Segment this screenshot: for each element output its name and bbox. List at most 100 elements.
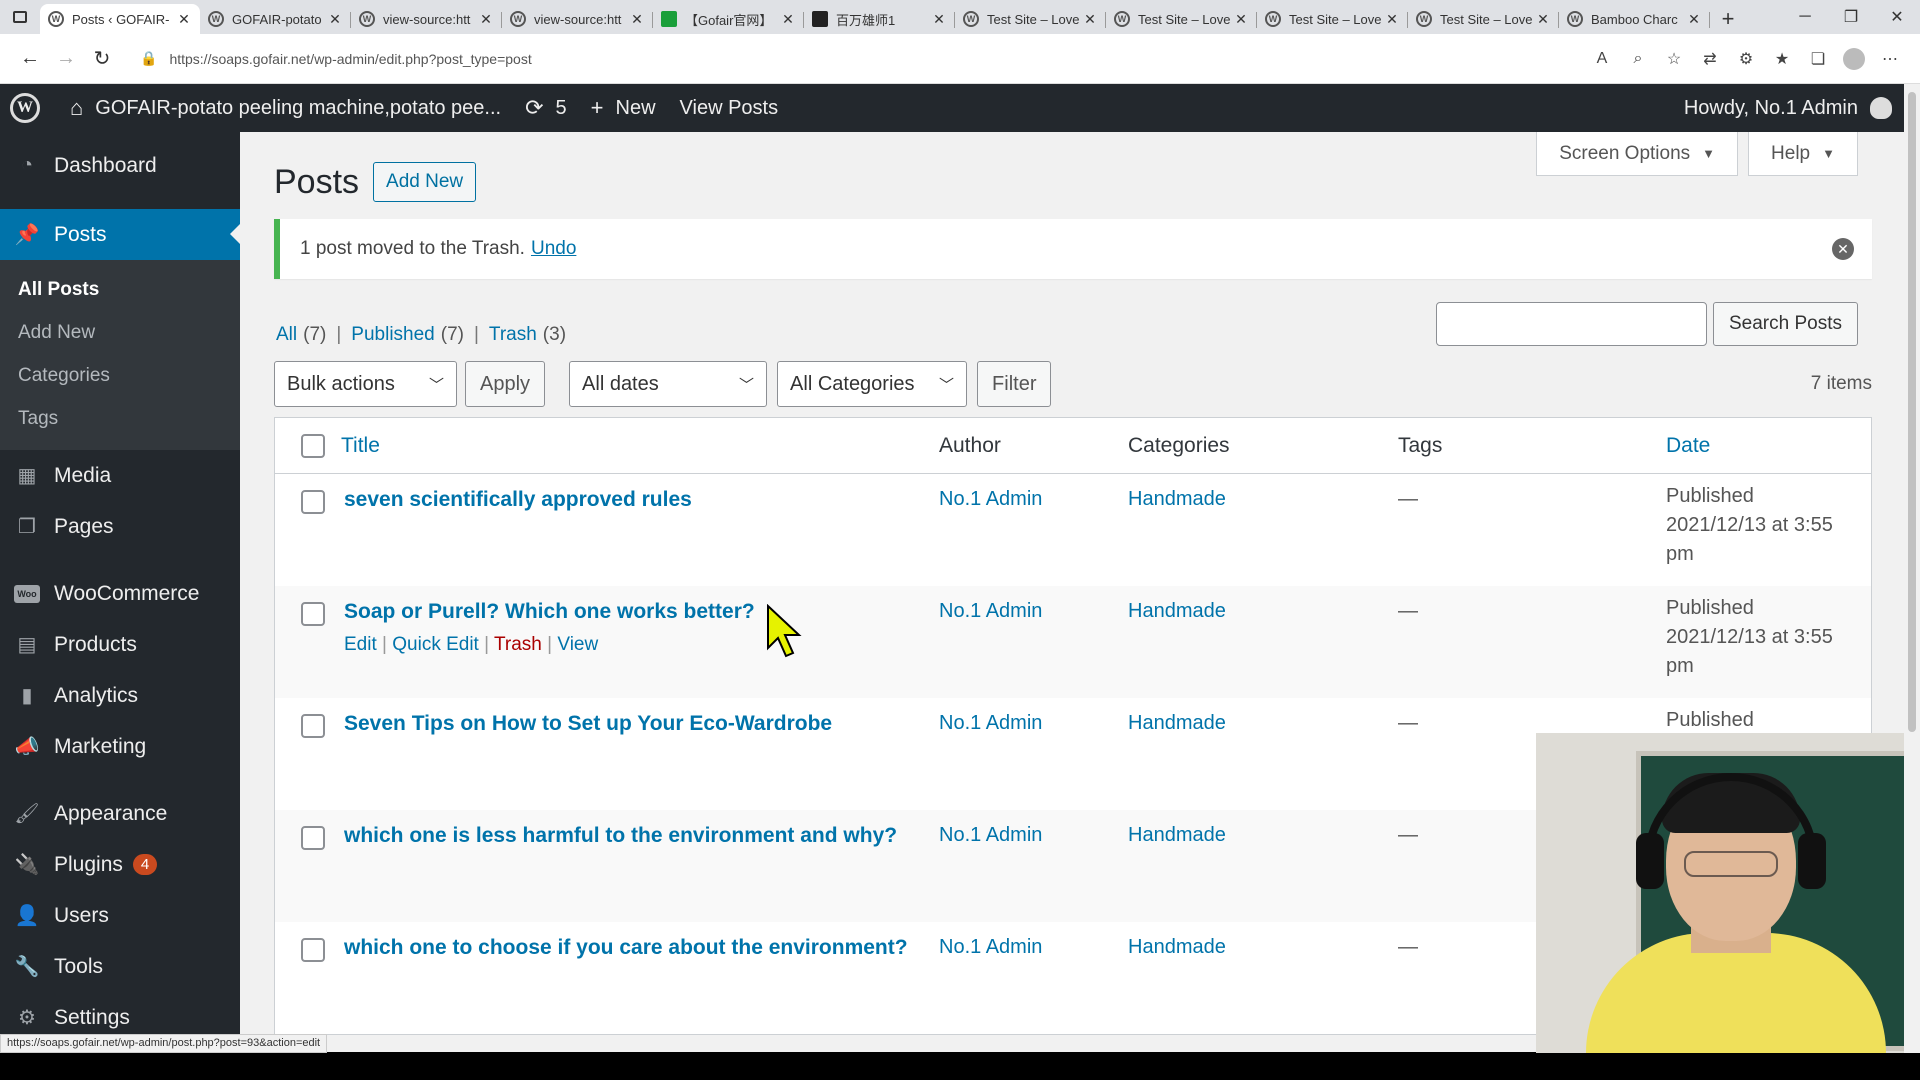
submenu-categories[interactable]: Categories: [0, 354, 240, 397]
profile-avatar[interactable]: [1843, 47, 1865, 70]
favorites-icon[interactable]: ★: [1764, 41, 1800, 77]
undo-link[interactable]: Undo: [531, 238, 576, 260]
close-icon[interactable]: ✕: [1535, 11, 1551, 28]
browser-tab[interactable]: W Test Site – Love ✕: [1106, 4, 1257, 34]
trash-link[interactable]: Trash: [494, 634, 542, 655]
close-icon[interactable]: ✕: [327, 11, 343, 28]
restore-icon[interactable]: ❐: [1828, 0, 1874, 34]
category-link[interactable]: Handmade: [1128, 600, 1226, 622]
author-link[interactable]: No.1 Admin: [939, 488, 1042, 510]
menu-plugins[interactable]: 🔌 Plugins 4: [0, 839, 240, 890]
filter-trash-link[interactable]: Trash: [489, 324, 537, 346]
row-checkbox[interactable]: [301, 938, 325, 962]
tab-actions-icon[interactable]: [0, 0, 40, 34]
close-icon[interactable]: ✕: [1384, 11, 1400, 28]
post-title-link[interactable]: which one to choose if you care about th…: [344, 936, 908, 959]
edit-link[interactable]: Edit: [344, 634, 377, 655]
row-checkbox[interactable]: [301, 490, 325, 514]
submenu-all-posts[interactable]: All Posts: [0, 268, 240, 311]
minimize-icon[interactable]: ─: [1782, 0, 1828, 34]
post-title-link[interactable]: seven scientifically approved rules: [344, 488, 692, 511]
read-aloud-icon[interactable]: A: [1584, 41, 1620, 77]
help-button[interactable]: Help ▼: [1748, 132, 1858, 176]
category-link[interactable]: Handmade: [1128, 936, 1226, 958]
view-link[interactable]: View: [557, 634, 598, 655]
category-link[interactable]: Handmade: [1128, 488, 1226, 510]
wordpress-logo-icon[interactable]: W: [10, 93, 40, 123]
browser-tab[interactable]: W Test Site – Love ✕: [1408, 4, 1559, 34]
reload-icon[interactable]: ↻: [84, 41, 120, 77]
translate-icon[interactable]: ⇄: [1692, 41, 1728, 77]
favorite-add-icon[interactable]: ☆: [1656, 41, 1692, 77]
close-icon[interactable]: ✕: [629, 11, 645, 28]
add-new-post-button[interactable]: Add New: [373, 162, 477, 202]
author-link[interactable]: No.1 Admin: [939, 824, 1042, 846]
quick-edit-link[interactable]: Quick Edit: [392, 634, 479, 655]
filter-all-link[interactable]: All: [276, 324, 297, 346]
sort-title-link[interactable]: Title: [341, 434, 380, 457]
browser-tab[interactable]: W Test Site – Love ✕: [1257, 4, 1408, 34]
filter-published-link[interactable]: Published: [351, 324, 434, 346]
menu-posts[interactable]: 📌 Posts: [0, 209, 240, 260]
menu-media[interactable]: ▦ Media: [0, 450, 240, 501]
dismiss-icon[interactable]: ✕: [1832, 238, 1854, 260]
menu-woocommerce[interactable]: Woo WooCommerce: [0, 568, 240, 619]
browser-tab[interactable]: W GOFAIR-potato ✕: [200, 4, 351, 34]
url-field[interactable]: 🔒 https://soaps.gofair.net/wp-admin/edit…: [128, 41, 1576, 77]
select-all-checkbox[interactable]: [301, 433, 325, 458]
post-title-link[interactable]: Soap or Purell? Which one works better?: [344, 600, 755, 623]
post-title-link[interactable]: Seven Tips on How to Set up Your Eco-War…: [344, 712, 832, 735]
menu-pages[interactable]: ❐ Pages: [0, 501, 240, 552]
submenu-tags[interactable]: Tags: [0, 397, 240, 440]
zoom-icon[interactable]: ⌕: [1620, 41, 1656, 77]
category-link[interactable]: Handmade: [1128, 824, 1226, 846]
row-checkbox[interactable]: [301, 602, 325, 626]
browser-tab[interactable]: 百万雄师1 ✕: [804, 4, 955, 34]
new-content-link[interactable]: + New: [579, 84, 668, 132]
close-icon[interactable]: ✕: [931, 11, 947, 28]
search-input[interactable]: [1436, 302, 1707, 346]
close-icon[interactable]: ✕: [780, 11, 796, 28]
screen-options-button[interactable]: Screen Options ▼: [1536, 132, 1739, 176]
lock-icon[interactable]: 🔒: [140, 50, 157, 67]
browser-tab[interactable]: Wview-source:htt ✕: [351, 4, 502, 34]
menu-analytics[interactable]: ▮ Analytics: [0, 670, 240, 721]
close-icon[interactable]: ✕: [176, 11, 192, 28]
search-posts-button[interactable]: Search Posts: [1713, 302, 1858, 346]
menu-products[interactable]: ▤ Products: [0, 619, 240, 670]
close-icon[interactable]: ✕: [1082, 11, 1098, 28]
submenu-add-new[interactable]: Add New: [0, 311, 240, 354]
new-tab-icon[interactable]: +: [1710, 4, 1746, 34]
menu-marketing[interactable]: 📣 Marketing: [0, 721, 240, 772]
scrollbar-thumb[interactable]: [1908, 92, 1916, 732]
author-link[interactable]: No.1 Admin: [939, 712, 1042, 734]
category-link[interactable]: Handmade: [1128, 712, 1226, 734]
date-filter-select[interactable]: All dates ﹀: [569, 361, 768, 407]
page-scrollbar[interactable]: [1904, 84, 1920, 1053]
browser-tab[interactable]: W Test Site – Love ✕: [955, 4, 1106, 34]
back-icon[interactable]: ←: [12, 41, 48, 77]
view-posts-link[interactable]: View Posts: [668, 84, 791, 132]
menu-appearance[interactable]: 🖌 Appearance: [0, 788, 240, 839]
filter-button[interactable]: Filter: [977, 361, 1052, 407]
close-icon[interactable]: ✕: [478, 11, 494, 28]
browser-tab[interactable]: 【Gofair官网】 ✕: [653, 4, 804, 34]
close-window-icon[interactable]: ✕: [1874, 0, 1920, 34]
updates-link[interactable]: ⟳ 5: [513, 84, 579, 132]
close-icon[interactable]: ✕: [1233, 11, 1249, 28]
bulk-actions-select[interactable]: Bulk actions ﹀: [274, 361, 457, 407]
menu-tools[interactable]: 🔧 Tools: [0, 941, 240, 992]
row-checkbox[interactable]: [301, 714, 325, 738]
browser-tab[interactable]: W Bamboo Charc ✕: [1559, 4, 1710, 34]
author-link[interactable]: No.1 Admin: [939, 936, 1042, 958]
row-checkbox[interactable]: [301, 826, 325, 850]
forward-icon[interactable]: →: [48, 41, 84, 77]
menu-users[interactable]: 👤 Users: [0, 890, 240, 941]
category-filter-select[interactable]: All Categories ﹀: [777, 361, 968, 407]
collections-icon[interactable]: ❏: [1800, 41, 1836, 77]
browser-tab[interactable]: Wview-source:htt ✕: [502, 4, 653, 34]
sort-date-link[interactable]: Date: [1666, 434, 1710, 457]
menu-dashboard[interactable]: ◔ Dashboard: [0, 140, 240, 191]
apply-button[interactable]: Apply: [465, 361, 546, 407]
browser-tab[interactable]: W Posts ‹ GOFAIR- ✕: [40, 4, 200, 34]
